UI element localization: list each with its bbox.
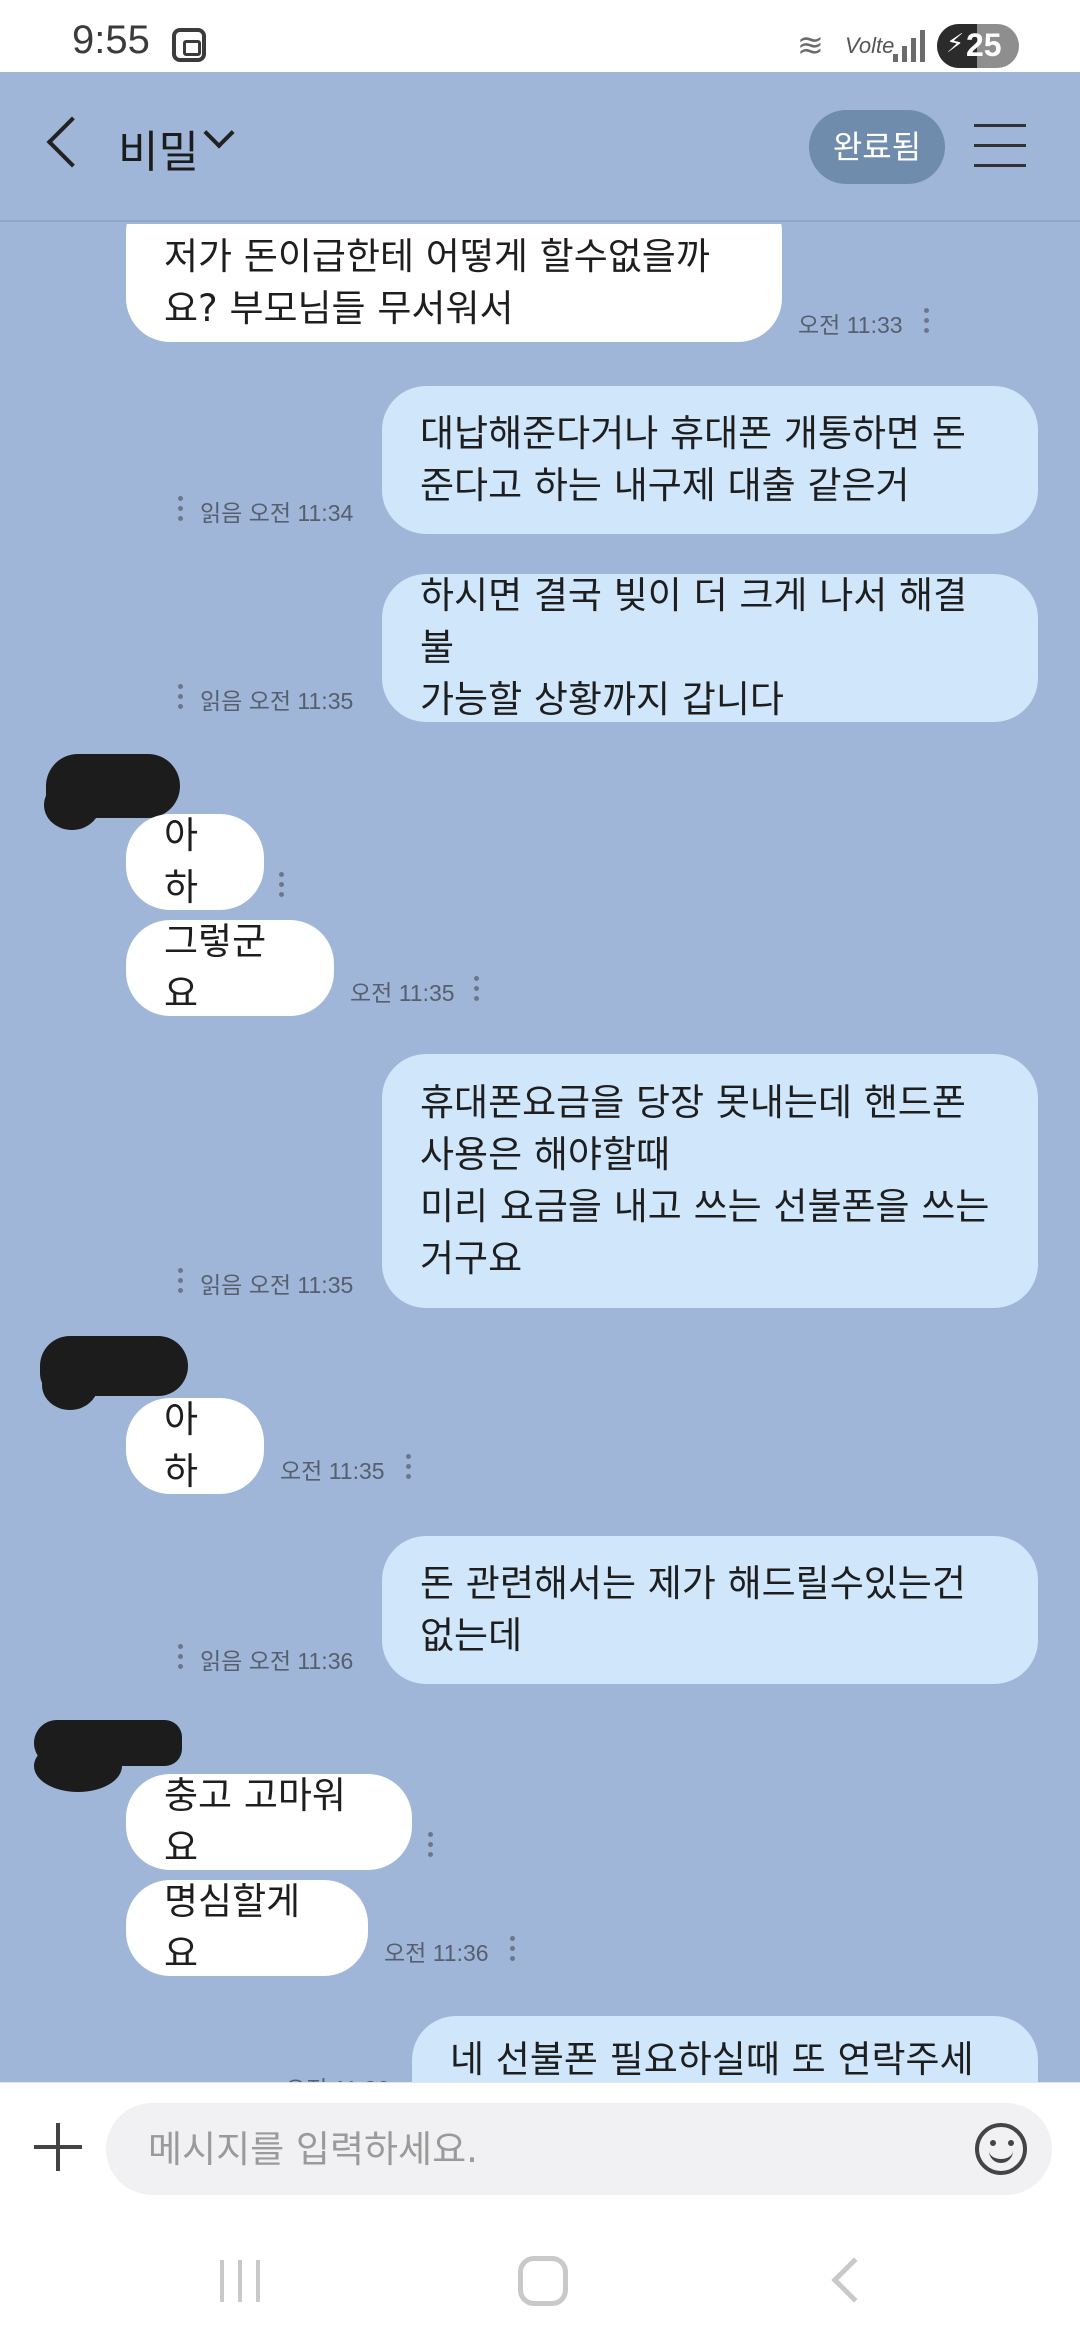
incoming-message[interactable]: 그렇군요 xyxy=(126,920,334,1016)
message-composer xyxy=(0,2082,1080,2212)
incoming-message[interactable]: 저가 돈이급한테 어떻게 할수없을까 요? 부모님들 무서워서 xyxy=(126,224,782,342)
signal-icon xyxy=(893,28,927,62)
chat-header: 비밀 완료됨 xyxy=(0,72,1080,222)
incoming-message[interactable]: 아하 xyxy=(126,814,264,910)
message-text: 충고 고마워요 xyxy=(164,1774,346,1869)
recent-apps-button[interactable] xyxy=(220,2260,264,2302)
avatar-overlay xyxy=(44,780,100,830)
incoming-message[interactable]: 명심할게요 xyxy=(126,1880,368,1976)
more-icon[interactable] xyxy=(428,1832,434,1860)
more-icon[interactable] xyxy=(178,496,184,524)
status-bar: 9:55 ≋ Volte 25 xyxy=(0,0,1080,72)
message-text: 저가 돈이급한테 어떻게 할수없을까 요? 부모님들 무서워서 xyxy=(164,235,710,330)
more-icon[interactable] xyxy=(474,976,480,1004)
message-text: 하시면 결국 빚이 더 크게 나서 해결불 가능할 상황까지 갑니다 xyxy=(420,574,968,721)
more-icon[interactable] xyxy=(924,308,930,336)
message-time: 오전 11:36 xyxy=(384,1940,489,1966)
message-text: 아하 xyxy=(164,814,199,909)
incoming-message[interactable]: 충고 고마워요 xyxy=(126,1774,412,1870)
read-receipt: 읽음 오전 11:34 xyxy=(200,500,354,526)
more-icon[interactable] xyxy=(178,1268,184,1296)
back-button[interactable] xyxy=(40,116,84,176)
wifi-icon: ≋ xyxy=(797,26,824,64)
outgoing-message[interactable]: 네 선불폰 필요하실때 또 연락주세요 xyxy=(412,2016,1038,2082)
outgoing-message[interactable]: 휴대폰요금을 당장 못내는데 핸드폰 사용은 해야할때 미리 요금을 내고 쓰는… xyxy=(382,1054,1038,1308)
more-icon[interactable] xyxy=(178,1644,184,1672)
avatar-overlay xyxy=(34,1740,122,1792)
system-nav-bar xyxy=(0,2212,1080,2340)
avatar-overlay xyxy=(42,1360,98,1410)
message-text: 대납해준다거나 휴대폰 개통하면 돈 준다고 하는 내구제 대출 같은거 xyxy=(420,412,966,507)
volte-indicator: Volte xyxy=(845,33,895,58)
message-time: 오전 11:33 xyxy=(798,312,903,338)
message-time: 오전 11:35 xyxy=(280,1458,385,1484)
status-time: 9:55 xyxy=(72,18,150,62)
message-input[interactable] xyxy=(106,2103,1052,2195)
menu-icon[interactable] xyxy=(974,124,1026,168)
more-icon[interactable] xyxy=(178,684,184,712)
message-text: 아하 xyxy=(164,1398,199,1493)
message-text: 명심할게요 xyxy=(164,1880,301,1975)
outgoing-message[interactable]: 대납해준다거나 휴대폰 개통하면 돈 준다고 하는 내구제 대출 같은거 xyxy=(382,386,1038,534)
message-list[interactable]: 저가 돈이급한테 어떻게 할수없을까 요? 부모님들 무서워서 오전 11:33… xyxy=(0,224,1080,2082)
add-icon[interactable] xyxy=(34,2123,82,2171)
more-icon[interactable] xyxy=(279,872,285,900)
emoji-icon[interactable] xyxy=(975,2123,1027,2175)
message-time: 오전 11:36 xyxy=(285,2070,390,2082)
battery-level: 25 xyxy=(966,27,1002,63)
message-text: 휴대폰요금을 당장 못내는데 핸드폰 사용은 해야할때 미리 요금을 내고 쓰는… xyxy=(420,1081,990,1280)
screen-capture-icon xyxy=(172,28,206,62)
chevron-down-icon[interactable] xyxy=(203,117,235,149)
chat-title[interactable]: 비밀 xyxy=(118,116,199,180)
read-receipt: 읽음 오전 11:35 xyxy=(200,1272,354,1298)
read-receipt: 읽음 오전 11:35 xyxy=(200,688,354,714)
message-text: 네 선불폰 필요하실때 또 연락주세요 xyxy=(450,2038,974,2081)
outgoing-message[interactable]: 돈 관련해서는 제가 해드릴수있는건 없는데 xyxy=(382,1536,1038,1684)
more-icon[interactable] xyxy=(406,1454,412,1482)
message-text: 그렇군요 xyxy=(164,920,267,1015)
message-text: 돈 관련해서는 제가 해드릴수있는건 없는데 xyxy=(420,1562,966,1657)
outgoing-message[interactable]: 하시면 결국 빚이 더 크게 나서 해결불 가능할 상황까지 갑니다 xyxy=(382,574,1038,722)
read-receipt: 읽음 오전 11:36 xyxy=(200,1648,354,1674)
more-icon[interactable] xyxy=(510,1936,516,1964)
system-back-button[interactable] xyxy=(831,2257,877,2303)
incoming-message[interactable]: 아하 xyxy=(126,1398,264,1494)
message-time: 오전 11:35 xyxy=(350,980,455,1006)
home-button[interactable] xyxy=(518,2256,568,2306)
done-button[interactable]: 완료됨 xyxy=(809,110,945,184)
